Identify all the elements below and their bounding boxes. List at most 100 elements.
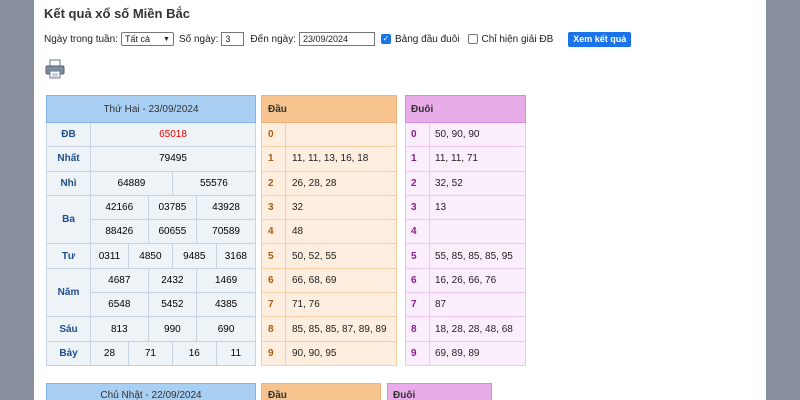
prize-value: 88426: [90, 219, 149, 245]
table-row: 8 18, 28, 28, 48, 68: [405, 316, 526, 342]
digit-cell: 3: [261, 194, 286, 221]
head-table-header: Đầu: [261, 95, 397, 123]
page-title: Kết quả xổ số Miền Bắc: [44, 6, 190, 21]
prize-value: 70589: [196, 219, 256, 245]
prize-value: 60655: [147, 219, 198, 245]
digit-cell: 1: [261, 146, 286, 172]
table-row: 8 85, 85, 85, 87, 89, 89: [261, 316, 397, 342]
prize-value: 4850: [127, 243, 173, 269]
digit-cell: 8: [405, 316, 430, 342]
digit-cell: 9: [261, 340, 286, 366]
prize-value: 5452: [147, 292, 198, 318]
prize-value: 71: [127, 340, 173, 366]
prize-row-seventh: Bảy 28 71 16 11: [46, 340, 257, 366]
prize-value: 03785: [147, 194, 198, 221]
table-row: 3 32: [261, 194, 397, 221]
prize-value: 4385: [196, 292, 256, 318]
digit-cell: 4: [261, 219, 286, 245]
next-results-date-header: Chủ Nhật - 22/09/2024: [46, 383, 256, 400]
digit-cell: 4: [405, 219, 430, 245]
prize-row-sixth: Sáu 813 990 690: [46, 316, 256, 342]
numbers-cell: 66, 68, 69: [285, 267, 397, 294]
prize-value: 0311: [90, 243, 129, 269]
numbers-cell: 16, 26, 66, 76: [429, 267, 526, 294]
numbers-cell: [429, 219, 526, 245]
prize-value: 43928: [196, 194, 256, 221]
digit-cell: 6: [261, 267, 286, 294]
days-label: Số ngày:: [178, 33, 219, 45]
table-row: 9 69, 89, 89: [405, 340, 526, 366]
table-row: 7 87: [405, 292, 526, 318]
head-table-checkbox[interactable]: ✓: [381, 34, 392, 44]
prize-value: 3168: [215, 243, 257, 269]
numbers-cell: 48: [285, 219, 397, 245]
prize-value: 28: [90, 340, 129, 366]
numbers-cell: 69, 89, 89: [429, 340, 526, 366]
next-tail-table-header: Đuôi: [387, 383, 492, 400]
table-row: 5 50, 52, 55: [261, 243, 397, 269]
numbers-cell: 50, 90, 90: [429, 121, 526, 148]
page-content: Kết quả xổ số Miền Bắc Ngày trong tuần: …: [34, 0, 766, 400]
weekday-select[interactable]: Tất cả ▼: [120, 32, 174, 46]
table-row: 9 90, 90, 95: [261, 340, 397, 366]
table-row: 2 32, 52: [405, 170, 526, 196]
digit-cell: 3: [405, 194, 430, 221]
table-row: 4: [405, 219, 526, 245]
prize-value: 990: [147, 316, 198, 342]
prize-value: 16: [171, 340, 217, 366]
filter-bar: Ngày trong tuần: Tất cả ▼ Số ngày: 3 Đến…: [44, 31, 632, 47]
numbers-cell: 87: [429, 292, 526, 318]
view-results-button[interactable]: Xem kết quả: [568, 31, 632, 47]
digit-cell: 5: [261, 243, 286, 269]
printer-icon[interactable]: [44, 58, 66, 80]
table-row: 1 11, 11, 71: [405, 146, 526, 172]
chevron-down-icon: ▼: [163, 35, 170, 43]
digit-cell: 0: [405, 121, 430, 148]
prize-row-fifth: Năm 4687 2432 1469: [46, 267, 256, 318]
prize-label: Bảy: [46, 340, 91, 366]
prize-row-fourth: Tư 0311 4850 9485 3168: [46, 243, 257, 269]
digit-cell: 8: [261, 316, 286, 342]
numbers-cell: 26, 28, 28: [285, 170, 397, 196]
prize-value: 2432: [147, 267, 198, 294]
prize-label: Nhì: [46, 170, 91, 196]
numbers-cell: 32, 52: [429, 170, 526, 196]
results-table: Thứ Hai - 23/09/2024 ĐB 65018 Nhất 79495…: [46, 95, 257, 366]
weekday-label: Ngày trong tuần:: [44, 33, 118, 45]
table-row: 1 11, 11, 13, 16, 18: [261, 146, 397, 172]
table-row: 5 55, 85, 85, 85, 95: [405, 243, 526, 269]
numbers-cell: 18, 28, 28, 48, 68: [429, 316, 526, 342]
prize-row-second: Nhì 64889 55576: [46, 170, 257, 196]
numbers-cell: [285, 121, 397, 148]
prize-value: 64889: [90, 170, 173, 196]
until-date-label: Đến ngày:: [250, 33, 297, 45]
until-date-input[interactable]: 23/09/2024: [299, 32, 376, 46]
table-row: 0: [261, 121, 397, 148]
special-only-checkbox[interactable]: [467, 34, 478, 44]
prize-value: 6548: [90, 292, 149, 318]
digit-cell: 0: [261, 121, 286, 148]
prize-label: ĐB: [46, 121, 91, 148]
prize-row-first: Nhất 79495: [46, 146, 256, 172]
prize-value: 42166: [90, 194, 149, 221]
numbers-cell: 13: [429, 194, 526, 221]
prize-value: 79495: [90, 146, 256, 172]
digit-cell: 1: [405, 146, 430, 172]
special-prize-value: 65018: [90, 121, 256, 148]
digit-cell: 6: [405, 267, 430, 294]
digit-cell: 5: [405, 243, 430, 269]
digit-cell: 9: [405, 340, 430, 366]
digit-cell: 7: [405, 292, 430, 318]
prize-value: 55576: [171, 170, 257, 196]
prize-value: 1469: [196, 267, 256, 294]
digit-cell: 2: [261, 170, 286, 196]
days-input[interactable]: 3: [221, 32, 245, 46]
table-row: 4 48: [261, 219, 397, 245]
numbers-cell: 90, 90, 95: [285, 340, 397, 366]
table-row: 3 13: [405, 194, 526, 221]
table-row: 7 71, 76: [261, 292, 397, 318]
numbers-cell: 11, 11, 13, 16, 18: [285, 146, 397, 172]
head-digit-table: Đầu 0 1 11, 11, 13, 16, 18 2 26, 28, 28 33…: [261, 95, 397, 366]
special-only-label: Chỉ hiện giải ĐB: [481, 33, 554, 45]
numbers-cell: 32: [285, 194, 397, 221]
